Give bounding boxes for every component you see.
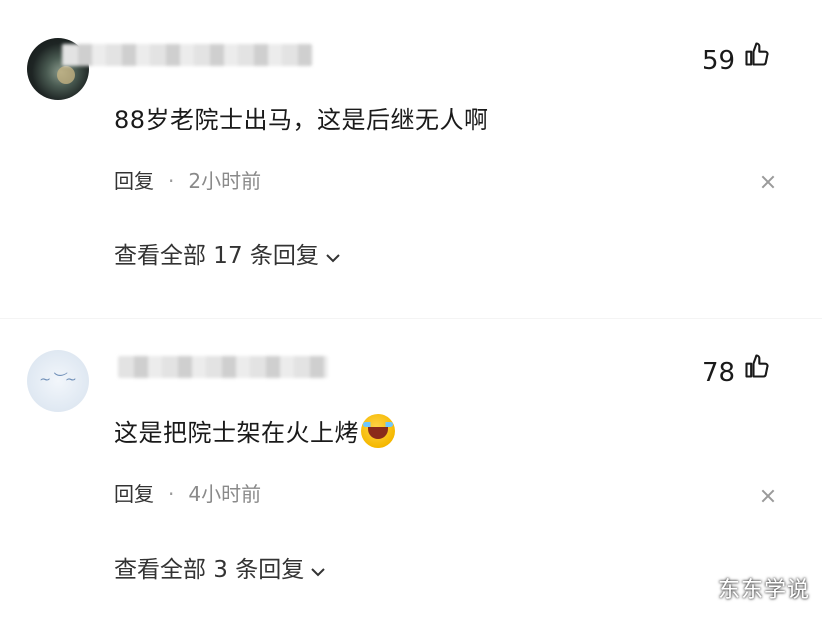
view-all-replies-label: 查看全部 17 条回复 <box>114 243 319 269</box>
like-count-area: 78 <box>702 354 771 391</box>
view-all-replies-button[interactable]: 查看全部 17 条回复 <box>114 236 341 270</box>
thumbs-up-icon[interactable] <box>743 352 771 387</box>
avatar[interactable]: ~︶~ <box>27 350 89 412</box>
like-count: 59 <box>702 46 736 76</box>
watermark: 东东学说 <box>717 578 810 603</box>
timestamp: 2小时前 <box>188 169 262 193</box>
laughing-crying-emoji-icon <box>361 414 395 448</box>
close-icon[interactable] <box>761 489 775 503</box>
separator-dot: · <box>168 169 175 193</box>
comment-text: 这是把院士架在火上烤 <box>114 413 395 451</box>
view-all-replies-button[interactable]: 查看全部 3 条回复 <box>114 550 326 584</box>
comment-meta: 回复 · 2小时前 <box>114 165 261 194</box>
reply-button[interactable]: 回复 <box>114 169 154 193</box>
divider <box>0 318 822 319</box>
reply-button[interactable]: 回复 <box>114 482 154 506</box>
timestamp: 4小时前 <box>188 482 262 506</box>
username-blurred[interactable] <box>118 356 328 378</box>
comment-meta: 回复 · 4小时前 <box>114 478 261 507</box>
chevron-down-icon <box>310 558 326 584</box>
comment-text: 88岁老院士出马，这是后继无人啊 <box>114 106 489 134</box>
username-blurred[interactable] <box>62 44 312 66</box>
chevron-down-icon <box>325 244 341 270</box>
like-count: 78 <box>702 358 736 388</box>
separator-dot: · <box>168 482 175 506</box>
like-count-area: 59 <box>702 42 771 79</box>
close-icon[interactable] <box>761 175 775 189</box>
thumbs-up-icon[interactable] <box>743 40 771 75</box>
view-all-replies-label: 查看全部 3 条回复 <box>114 557 305 583</box>
comment-text-content: 这是把院士架在火上烤 <box>114 419 359 447</box>
